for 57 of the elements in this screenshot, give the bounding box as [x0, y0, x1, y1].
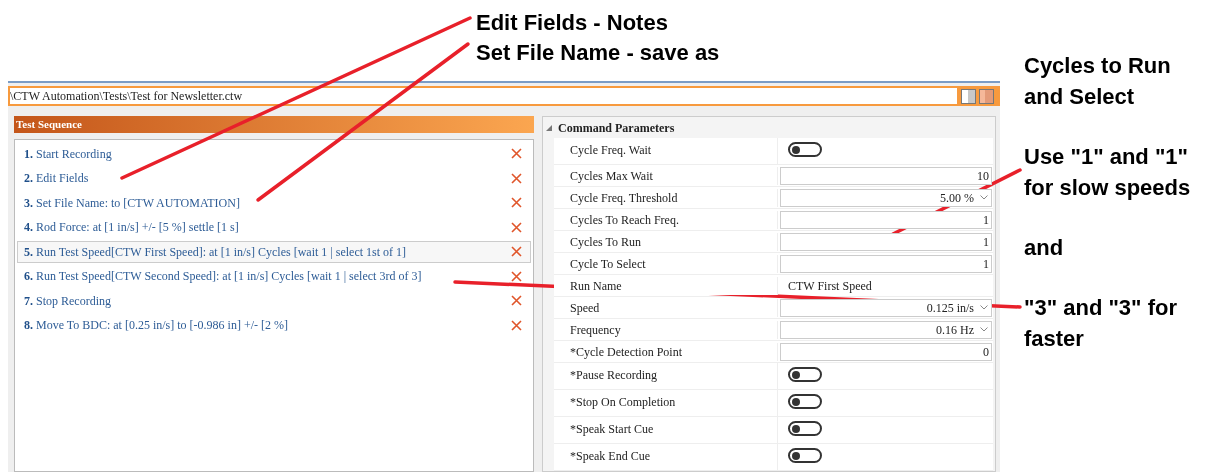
- toggle-switch[interactable]: [788, 394, 822, 409]
- delete-icon[interactable]: [511, 295, 522, 307]
- step-text: 5. Run Test Speed[CTW First Speed]: at [1 in/s] Cycles [wait 1 | select 1st of 1]: [24, 243, 407, 261]
- sequence-step[interactable]: 1. Start Recording: [17, 143, 531, 165]
- sequence-step[interactable]: 4. Rod Force: at [1 in/s] +/- [5 %] settle [1 s]: [17, 216, 531, 238]
- dropdown-field[interactable]: 5.00 %: [780, 188, 992, 207]
- delete-icon[interactable]: [511, 221, 522, 233]
- step-text: 1. Start Recording: [24, 145, 112, 163]
- delete-icon[interactable]: [511, 148, 522, 160]
- delete-icon[interactable]: [511, 319, 522, 331]
- layout-icon[interactable]: [979, 88, 994, 104]
- annotation-text: Set File Name - save as: [476, 39, 721, 67]
- sequence-step[interactable]: 8. Move To BDC: at [0.25 in/s] to [-0.986 in] +/- [2 %]: [17, 314, 531, 336]
- sequence-step[interactable]: 2. Edit Fields: [17, 167, 531, 189]
- annotation-text: "3" and "3" for: [1024, 294, 1178, 322]
- dropdown-field[interactable]: 0.16 Hz: [780, 320, 992, 339]
- toggle-switch[interactable]: [788, 448, 822, 463]
- annotation-text: and Select: [1024, 83, 1136, 111]
- annotation-text: faster: [1024, 325, 1085, 353]
- chevron-down-icon: [980, 327, 988, 332]
- step-text: 3. Set File Name: to [CTW AUTOMATION]: [24, 194, 240, 212]
- dropdown-field[interactable]: 0.125 in/s: [780, 298, 992, 317]
- toggle-switch[interactable]: [788, 421, 822, 436]
- step-text: 6. Run Test Speed[CTW Second Speed]: at [1 in/s] Cycles [wait 1 | select 3rd of 3]: [24, 268, 422, 286]
- collapse-icon[interactable]: [546, 125, 552, 131]
- number-field[interactable]: 1: [780, 254, 992, 273]
- annotation-text: Edit Fields - Notes: [476, 9, 669, 37]
- section-header: Command Parameters: [558, 120, 675, 137]
- delete-icon[interactable]: [511, 270, 522, 282]
- step-text: 8. Move To BDC: at [0.25 in/s] to [-0.986 in] +/- [2 %]: [24, 317, 288, 335]
- chevron-down-icon: [980, 305, 988, 310]
- run-name-value: CTW First Speed: [787, 277, 872, 295]
- file-path: \CTW Automation\Tests\Test for Newsletter.ctw: [10, 88, 243, 105]
- delete-icon[interactable]: [511, 246, 522, 258]
- annotation-text: Cycles to Run: [1024, 52, 1172, 80]
- number-field[interactable]: 1: [780, 232, 992, 251]
- step-text: 4. Rod Force: at [1 in/s] +/- [5 %] settle [1 s]: [24, 219, 239, 237]
- number-field[interactable]: 0: [780, 342, 992, 361]
- annotation-text: for slow speeds: [1024, 174, 1191, 202]
- annotation-text: Use "1" and "1": [1024, 143, 1189, 171]
- annotation-text: and: [1024, 234, 1065, 262]
- number-field[interactable]: 10: [780, 166, 992, 185]
- sequence-step[interactable]: 6. Run Test Speed[CTW Second Speed]: at [1 in/s] Cycles [wait 1 | select 3rd of 3]: [17, 265, 531, 287]
- sequence-step[interactable]: 5. Run Test Speed[CTW First Speed]: at [1 in/s] Cycles [wait 1 | select 1st of 1]: [17, 241, 531, 263]
- panel-header: Test Sequence: [14, 116, 534, 133]
- toggle-switch[interactable]: [788, 142, 822, 157]
- layout-icon[interactable]: [961, 88, 976, 104]
- property-label: Run Name: [554, 276, 778, 295]
- sequence-step[interactable]: 3. Set File Name: to [CTW AUTOMATION]: [17, 192, 531, 214]
- step-text: 7. Stop Recording: [24, 292, 111, 310]
- toggle-switch[interactable]: [788, 367, 822, 382]
- delete-icon[interactable]: [511, 172, 522, 184]
- number-field[interactable]: 1: [780, 210, 992, 229]
- delete-icon[interactable]: [511, 197, 522, 209]
- chevron-down-icon: [980, 195, 988, 200]
- sequence-step[interactable]: 7. Stop Recording: [17, 290, 531, 312]
- step-text: 2. Edit Fields: [24, 170, 89, 188]
